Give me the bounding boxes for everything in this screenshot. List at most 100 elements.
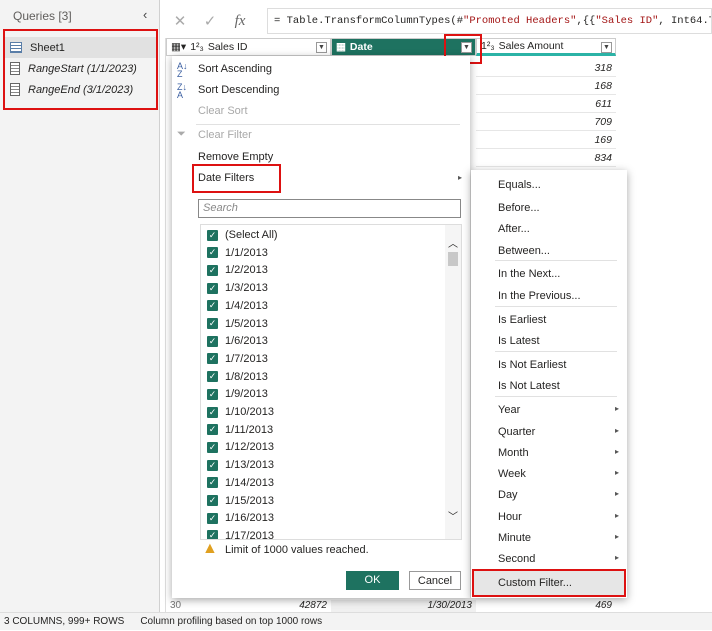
value-label: 1/7/2013: [225, 352, 268, 365]
value-item[interactable]: ✓ 1/16/2013: [207, 512, 274, 524]
submenu-item[interactable]: Day ▸: [498, 489, 619, 501]
value-item[interactable]: ✓ 1/13/2013: [207, 459, 274, 471]
formula-text: "Sales ID": [595, 15, 659, 27]
filter-dropdown-button[interactable]: ▼: [601, 42, 612, 53]
collapse-pane-icon[interactable]: ‹: [143, 7, 147, 22]
fx-icon[interactable]: fx: [225, 13, 255, 30]
value-item[interactable]: ✓ 1/1/2013: [207, 247, 268, 259]
value-item[interactable]: ✓ 1/9/2013: [207, 388, 268, 400]
checkbox[interactable]: ✓: [207, 247, 218, 259]
column-header-date[interactable]: ▦ Date ▼: [331, 38, 476, 56]
value-item[interactable]: ✓ (Select All): [207, 229, 278, 241]
search-input[interactable]: Search: [198, 199, 461, 218]
submenu-item[interactable]: Year ▸: [498, 404, 619, 416]
commit-formula-icon[interactable]: ✓: [195, 12, 225, 30]
value-item[interactable]: ✓ 1/7/2013: [207, 353, 268, 365]
checkbox[interactable]: ✓: [207, 282, 218, 294]
submenu-item[interactable]: Hour ▸: [498, 511, 619, 523]
table-menu-icon[interactable]: ▦▾: [171, 41, 186, 53]
checkbox[interactable]: ✓: [207, 300, 218, 312]
checkbox[interactable]: ✓: [207, 388, 218, 400]
value-item[interactable]: ✓ 1/15/2013: [207, 495, 274, 507]
value-label: 1/5/2013: [225, 317, 268, 330]
value-item[interactable]: ✓ 1/11/2013: [207, 424, 273, 436]
value-item[interactable]: ✓ 1/10/2013: [207, 406, 274, 418]
submenu-item[interactable]: Is Not Earliest: [498, 359, 619, 371]
checkbox[interactable]: ✓: [207, 229, 218, 241]
checkbox[interactable]: ✓: [207, 264, 218, 276]
submenu-item[interactable]: Second ▸: [498, 553, 619, 565]
submenu-item[interactable]: Month ▸: [498, 447, 619, 459]
remove-empty-item[interactable]: Remove Empty: [198, 151, 273, 163]
checkbox[interactable]: ✓: [207, 424, 218, 436]
query-item-rangestart[interactable]: RangeStart (1/1/2023): [4, 58, 156, 79]
submenu-item[interactable]: In the Previous...: [498, 290, 619, 302]
ok-button[interactable]: OK: [346, 571, 399, 590]
submenu-item[interactable]: Week ▸: [498, 468, 619, 480]
value-item[interactable]: ✓ 1/4/2013: [207, 300, 268, 312]
column-header-sales-amount[interactable]: 1²₃ Sales Amount ▼: [476, 38, 616, 56]
query-item-rangeend[interactable]: RangeEnd (3/1/2023): [4, 79, 156, 100]
submenu-item[interactable]: Is Latest: [498, 335, 619, 347]
queries-title: Queries [3]: [13, 9, 72, 23]
value-item[interactable]: ✓ 1/2/2013: [207, 264, 268, 276]
submenu-label: Second: [498, 553, 536, 565]
checkbox[interactable]: ✓: [207, 530, 218, 539]
value-item[interactable]: ✓ 1/12/2013: [207, 441, 274, 453]
checkbox[interactable]: ✓: [207, 353, 218, 365]
value-item[interactable]: ✓ 1/6/2013: [207, 335, 268, 347]
cell: 42872: [299, 600, 327, 611]
submenu-item[interactable]: In the Next...: [498, 268, 619, 280]
submenu-label: In the Previous...: [498, 290, 581, 302]
submenu-item[interactable]: Custom Filter...: [498, 577, 619, 589]
submenu-item[interactable]: Is Not Latest: [498, 380, 619, 392]
submenu-item[interactable]: Between...: [498, 245, 619, 257]
sort-ascending-item[interactable]: Sort Ascending: [198, 63, 272, 75]
checkbox[interactable]: ✓: [207, 441, 218, 453]
filter-menu: A↓ Z Sort Ascending Z↓ A Sort Descending C…: [172, 56, 470, 598]
value-item[interactable]: ✓ 1/14/2013: [207, 477, 274, 489]
scroll-thumb[interactable]: [448, 252, 458, 266]
submenu-item[interactable]: Is Earliest: [498, 314, 619, 326]
table-icon: [10, 42, 22, 53]
checkbox[interactable]: ✓: [207, 371, 218, 383]
submenu-item[interactable]: After...: [498, 223, 619, 235]
submenu-item[interactable]: Equals...: [498, 179, 619, 191]
column-label: Sales Amount: [498, 40, 564, 52]
value-item[interactable]: ✓ 1/3/2013: [207, 282, 268, 294]
submenu-item[interactable]: Quarter ▸: [498, 426, 619, 438]
submenu-label: Between...: [498, 245, 550, 257]
scroll-up-icon[interactable]: ︿: [445, 235, 461, 250]
value-item[interactable]: ✓ 1/17/2013: [207, 530, 274, 539]
sort-descending-item[interactable]: Sort Descending: [198, 84, 279, 96]
formula-input[interactable]: = Table.TransformColumnTypes(# "Promoted …: [267, 8, 712, 34]
submenu-item[interactable]: Before...: [498, 202, 619, 214]
value-label: 1/16/2013: [225, 512, 274, 525]
checkbox[interactable]: ✓: [207, 495, 218, 506]
checkbox[interactable]: ✓: [207, 477, 218, 489]
profiling-status[interactable]: Column profiling based on top 1000 rows: [140, 613, 322, 630]
checkbox[interactable]: ✓: [207, 512, 218, 524]
checkbox[interactable]: ✓: [207, 335, 218, 347]
value-item[interactable]: ✓ 1/5/2013: [207, 318, 268, 330]
date-filters-item[interactable]: Date Filters: [198, 172, 254, 184]
filter-dropdown-button[interactable]: ▼: [316, 42, 327, 53]
submenu-label: Minute: [498, 532, 532, 544]
checkbox[interactable]: ✓: [207, 318, 218, 329]
value-item[interactable]: ✓ 1/8/2013: [207, 371, 268, 383]
filter-dropdown-button[interactable]: ▼: [461, 42, 472, 53]
scroll-down-icon[interactable]: ﹀: [445, 508, 461, 523]
query-item-sheet1[interactable]: Sheet1: [4, 37, 156, 58]
submenu-item[interactable]: Minute ▸: [498, 532, 619, 544]
scrollbar[interactable]: ︿ ﹀: [445, 225, 461, 539]
checkbox[interactable]: ✓: [207, 406, 218, 418]
value-label: 1/8/2013: [225, 370, 268, 383]
value-label: 1/4/2013: [225, 299, 268, 312]
cancel-button[interactable]: Cancel: [409, 571, 461, 590]
cell: 318: [476, 59, 616, 77]
column-header-sales-id[interactable]: ▦▾ 1²₃ Sales ID ▼: [166, 38, 331, 56]
checkbox[interactable]: ✓: [207, 459, 218, 471]
status-bar: 3 COLUMNS, 999+ ROWS Column profiling ba…: [0, 612, 712, 630]
cancel-formula-icon[interactable]: ✕: [165, 12, 195, 30]
value-label: 1/6/2013: [225, 335, 268, 348]
